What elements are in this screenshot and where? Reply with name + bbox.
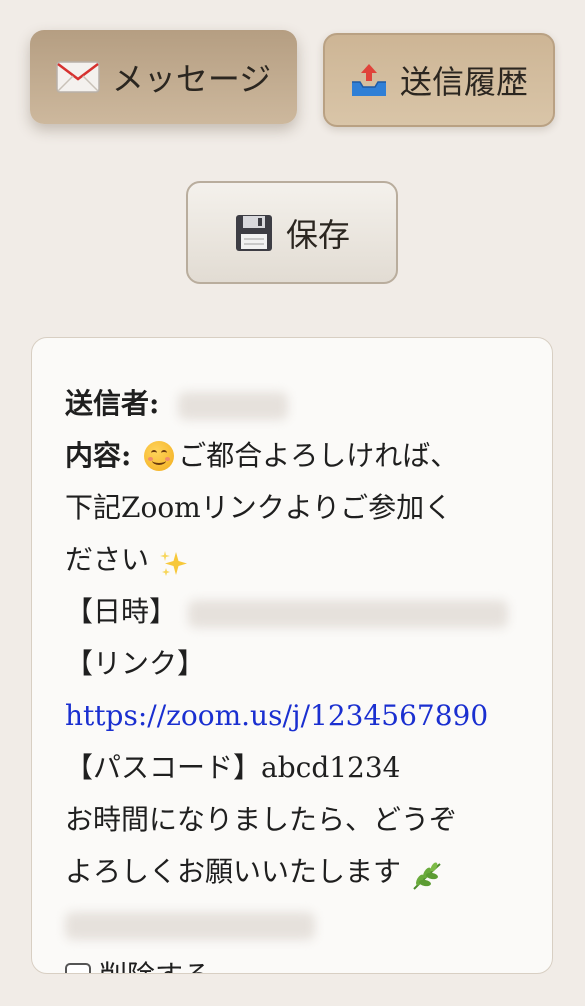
content-line-3-row: ださい <box>65 534 552 586</box>
message-button-label: メッセージ <box>111 60 272 98</box>
content-line-2-row: 下記Zoomリンクよりご参加く <box>65 482 552 534</box>
zoom-link[interactable]: https://zoom.us/j/1234567890 <box>65 699 488 732</box>
content-line-2: 下記Zoomリンクよりご参加く <box>65 491 453 524</box>
content-line-1: ご都合よろしければ、 <box>178 439 459 472</box>
save-button[interactable]: 保存 <box>186 181 398 284</box>
message-button[interactable]: メッセージ <box>30 30 297 124</box>
redacted-signature <box>65 911 315 940</box>
delete-checkbox[interactable] <box>65 963 91 973</box>
save-button-label: 保存 <box>285 215 350 254</box>
floppy-disk-icon <box>234 213 274 253</box>
link-row: https://zoom.us/j/1234567890 <box>65 690 552 742</box>
toolbar: メッセージ 送信履歴 保存 <box>0 0 585 284</box>
link-label: 【リンク】 <box>65 647 206 680</box>
content-row: 内容: ご都合よろしければ、 <box>65 430 552 482</box>
datetime-row: 【日時】 <box>65 586 552 638</box>
link-label-row: 【リンク】 <box>65 638 552 690</box>
redacted-signature-row <box>65 898 552 950</box>
closing-line-1-row: お時間になりましたら、どうぞ <box>65 794 552 846</box>
closing-line-2: よろしくお願いいたします <box>65 855 402 888</box>
message-card: 送信者: 内容: ご都合よろしければ、 下記Zoomリンクよりご参加く ださい … <box>31 337 553 974</box>
sender-row: 送信者: <box>65 378 552 430</box>
passcode-value: abcd1234 <box>261 751 401 784</box>
closing-line-1: お時間になりましたら、どうぞ <box>65 803 458 836</box>
history-button[interactable]: 送信履歴 <box>323 33 555 127</box>
delete-row: 削除する <box>65 950 552 973</box>
outbox-tray-icon <box>350 62 388 98</box>
content-line-3: ださい <box>65 543 150 576</box>
sparkles-emoji <box>158 544 190 576</box>
passcode-label: 【パスコード】 <box>65 751 262 784</box>
envelope-icon <box>56 61 100 93</box>
passcode-row: 【パスコード】abcd1234 <box>65 742 552 794</box>
smiling-face-emoji <box>144 440 175 471</box>
delete-label[interactable]: 削除する <box>99 950 211 973</box>
datetime-label: 【日時】 <box>65 595 178 628</box>
herb-emoji <box>410 856 444 890</box>
redacted-sender <box>178 391 289 420</box>
history-button-label: 送信履歴 <box>399 63 528 101</box>
redacted-datetime <box>187 599 508 628</box>
closing-line-2-row: よろしくお願いいたします <box>65 846 552 898</box>
content-label: 内容: <box>65 439 132 472</box>
sender-label: 送信者: <box>65 387 160 420</box>
